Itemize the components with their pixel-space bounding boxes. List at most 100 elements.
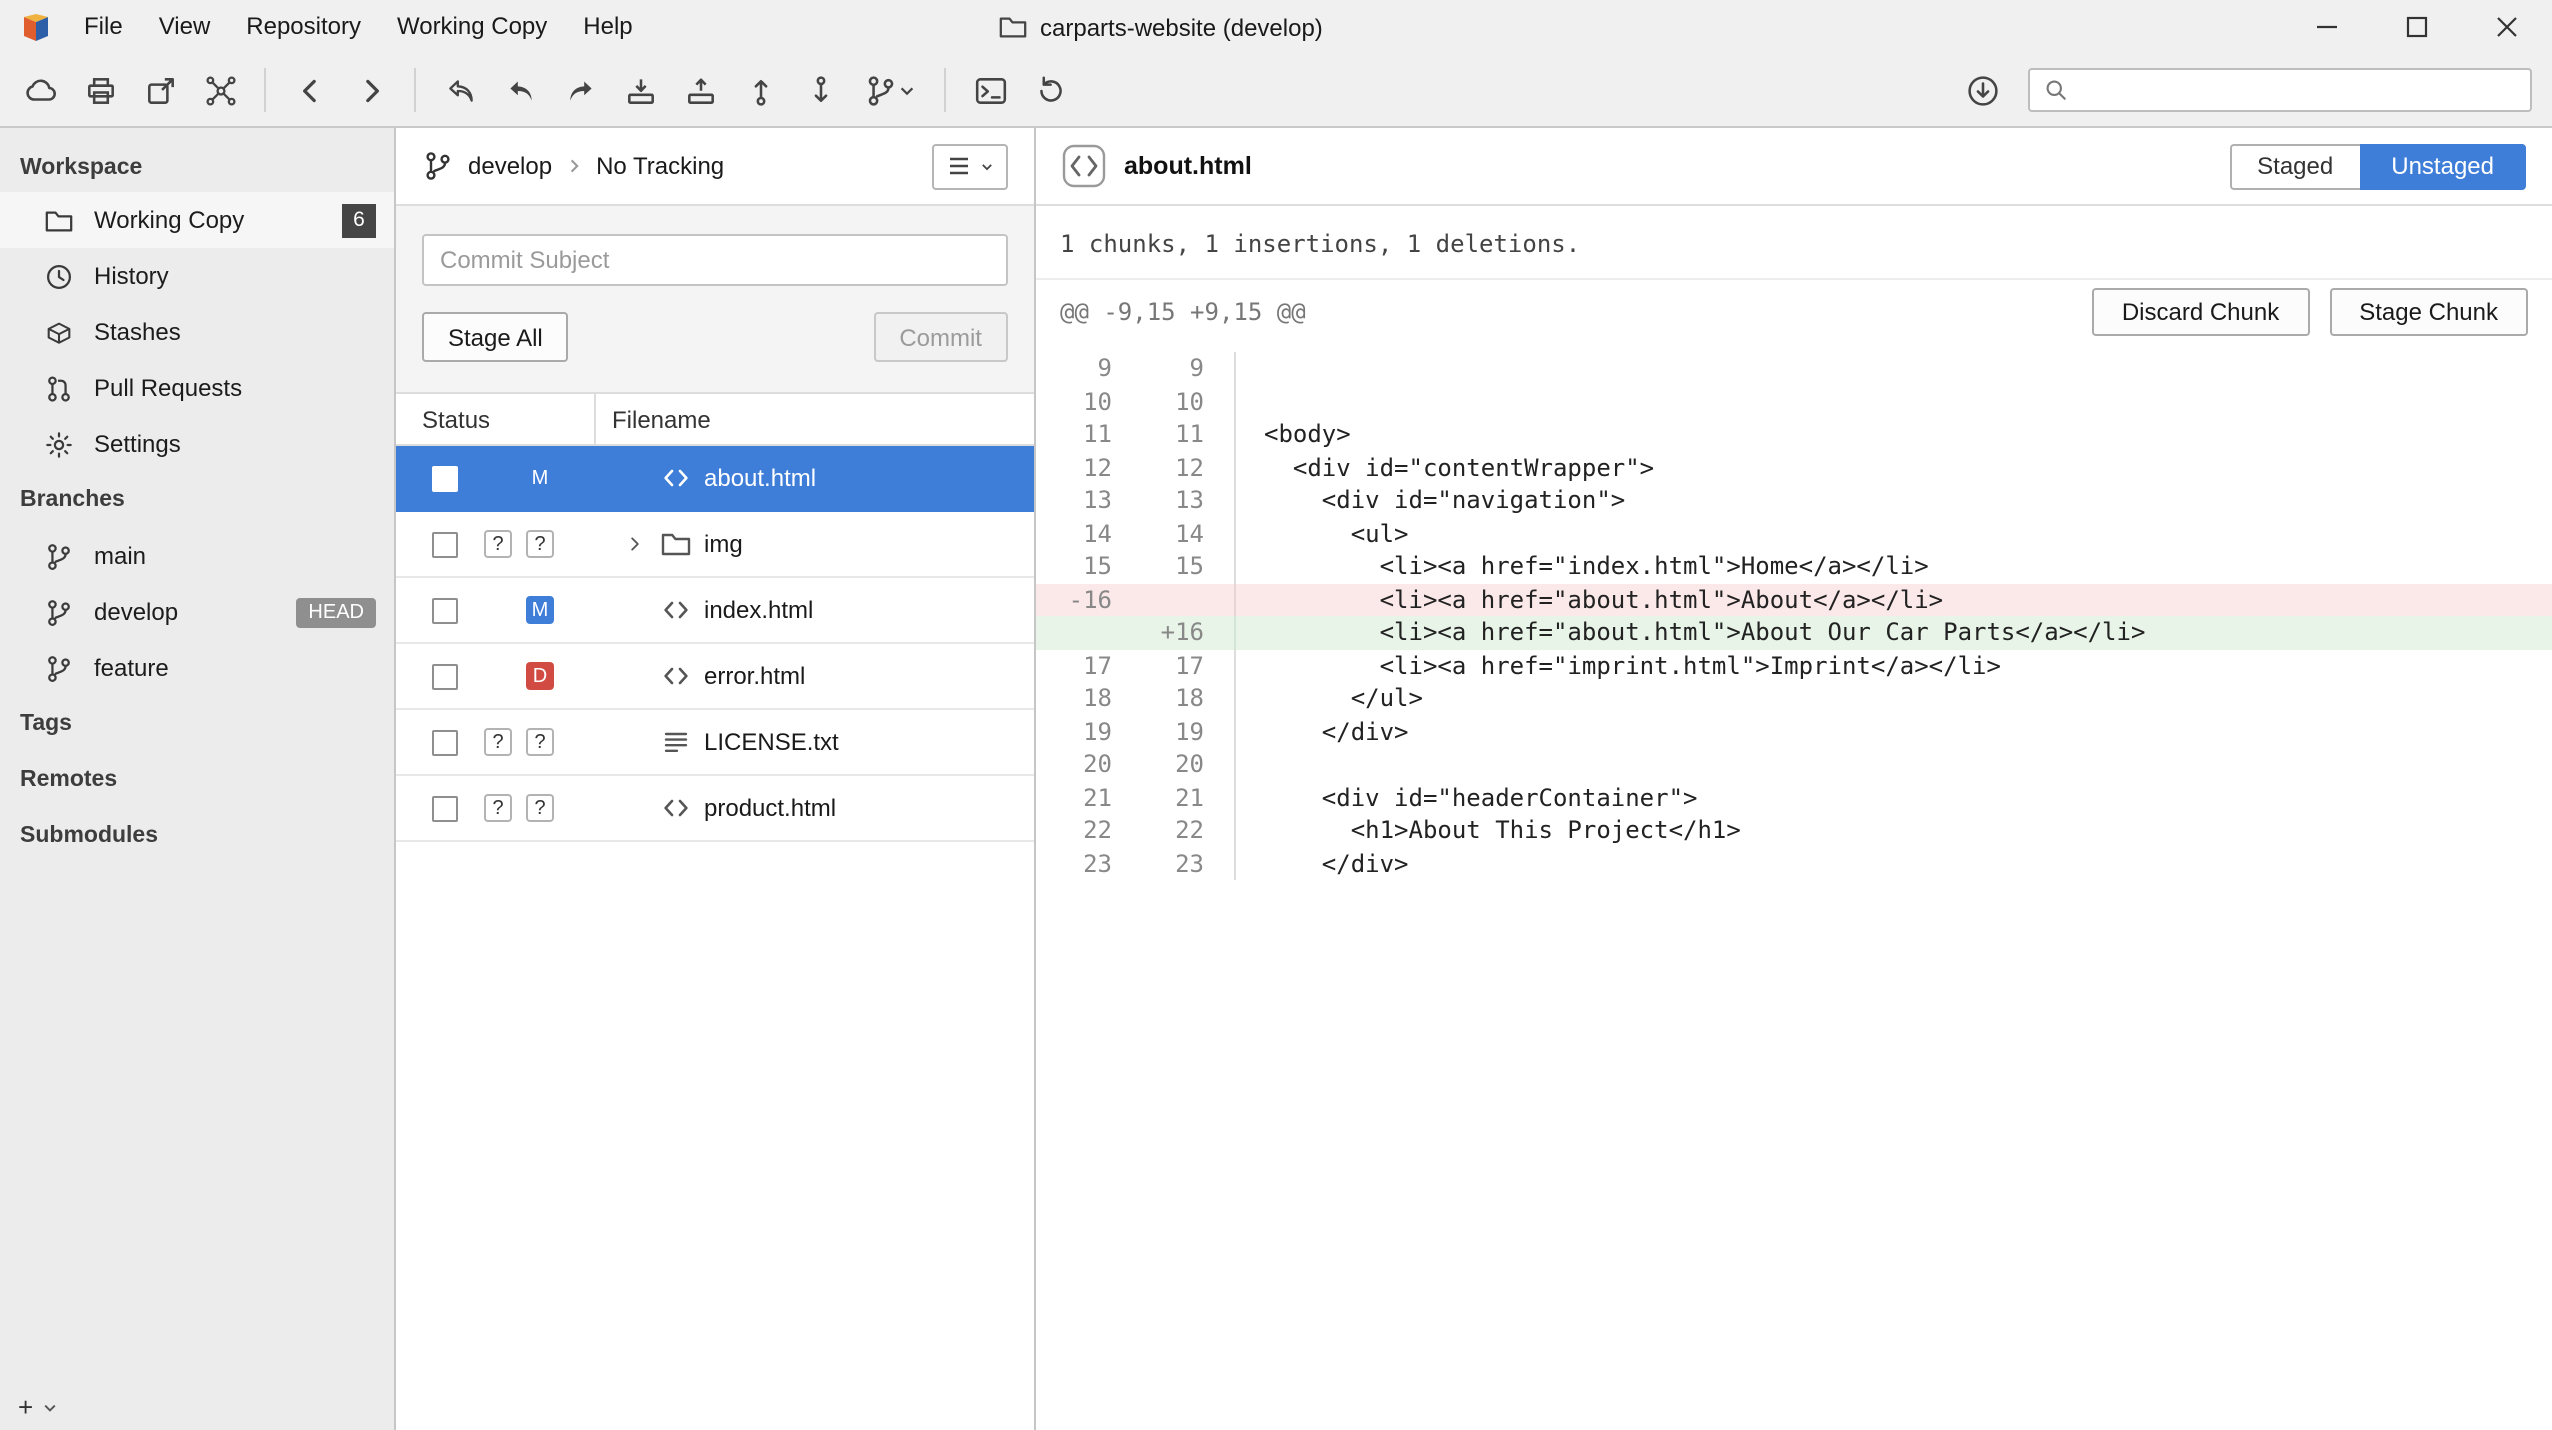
push-branch-button[interactable]: [730, 62, 790, 118]
discard-chunk-button[interactable]: Discard Chunk: [2092, 288, 2309, 336]
text-file-icon: [660, 726, 692, 758]
arrow-down-icon: [803, 73, 837, 107]
submodules-section-header: Submodules: [0, 808, 394, 864]
folder-icon: [998, 12, 1028, 42]
stage-checkbox[interactable]: [432, 531, 458, 557]
chevron-down-icon: [41, 1399, 57, 1415]
fetch-button[interactable]: [430, 62, 490, 118]
folder-icon: [44, 205, 74, 235]
search-input[interactable]: [2080, 74, 2518, 106]
file-name: product.html: [704, 794, 836, 822]
diff-panel: about.html Staged Unstaged 1 chunks, 1 i…: [1036, 128, 2552, 1430]
window-title-text: carparts-website (develop): [1040, 13, 1323, 41]
terminal-icon: [973, 73, 1007, 107]
stage-all-button[interactable]: Stage All: [422, 312, 569, 362]
close-button[interactable]: [2462, 0, 2552, 54]
chevron-left-icon: [293, 73, 327, 107]
forward-button[interactable]: [340, 62, 400, 118]
gear-icon: [44, 429, 74, 459]
commit-subject-input[interactable]: [422, 234, 1008, 286]
open-external-button[interactable]: [130, 62, 190, 118]
status-badge-untracked: ?: [484, 530, 512, 558]
menu-help[interactable]: Help: [565, 0, 650, 54]
diff-line: 1919 </div>: [1036, 715, 2552, 748]
push-button[interactable]: [550, 62, 610, 118]
maximize-button[interactable]: [2372, 0, 2462, 54]
stage-chunk-button[interactable]: Stage Chunk: [2329, 288, 2528, 336]
menu-working-copy[interactable]: Working Copy: [379, 0, 565, 54]
curved-arrow-outline-icon: [443, 73, 477, 107]
commit-options-menu-button[interactable]: [932, 143, 1008, 189]
git-flow-button[interactable]: [190, 62, 250, 118]
menu-view[interactable]: View: [141, 0, 229, 54]
pop-stash-button[interactable]: [670, 62, 730, 118]
diff-line-added: +16 <li><a href="about.html">About Our C…: [1036, 616, 2552, 649]
file-row-error[interactable]: D error.html: [396, 644, 1034, 710]
stash-box-icon: [44, 317, 74, 347]
terminal-button[interactable]: [960, 62, 1020, 118]
stage-checkbox[interactable]: [432, 597, 458, 623]
sidebar-item-label: Stashes: [94, 318, 181, 346]
branch-menu-button[interactable]: [850, 62, 930, 118]
stage-checkbox[interactable]: [432, 795, 458, 821]
menu-file[interactable]: File: [66, 0, 141, 54]
minimize-button[interactable]: [2282, 0, 2372, 54]
code-file-badge-icon: [1062, 144, 1106, 188]
sidebar: Workspace Working Copy 6 History Stashes: [0, 128, 396, 1430]
curved-arrow-right-icon: [563, 73, 597, 107]
file-row-about[interactable]: M about.html: [396, 446, 1034, 512]
branch-icon: [44, 653, 74, 683]
pull-branch-button[interactable]: [790, 62, 850, 118]
diff-line: 2323 </div>: [1036, 847, 2552, 880]
diff-body: 99 1010 1111<body> 1212 <div id="content…: [1036, 344, 2552, 880]
print-button[interactable]: [70, 62, 130, 118]
chevron-right-icon: [566, 158, 582, 174]
fetch-remote-button[interactable]: [10, 62, 70, 118]
sidebar-item-stashes[interactable]: Stashes: [0, 304, 394, 360]
staged-tab[interactable]: Staged: [2229, 143, 2359, 189]
unstaged-tab[interactable]: Unstaged: [2359, 143, 2526, 189]
workspace-section-header: Workspace: [0, 144, 394, 192]
printer-icon: [83, 73, 117, 107]
refresh-button[interactable]: [1020, 62, 1080, 118]
file-row-img[interactable]: ? ? img: [396, 512, 1034, 578]
file-name: about.html: [704, 464, 816, 492]
stage-checkbox[interactable]: [432, 663, 458, 689]
sidebar-item-pull-requests[interactable]: Pull Requests: [0, 360, 394, 416]
stash-button[interactable]: [610, 62, 670, 118]
menu-repository[interactable]: Repository: [228, 0, 379, 54]
toolbar-separator: [944, 68, 946, 112]
expand-chevron-icon[interactable]: [626, 534, 644, 554]
file-row-index[interactable]: M index.html: [396, 578, 1034, 644]
sidebar-branch-feature[interactable]: feature: [0, 640, 394, 696]
filename-column-header: Filename: [596, 394, 711, 444]
pull-button[interactable]: [490, 62, 550, 118]
status-badge-modified: M: [526, 464, 554, 492]
diff-summary: 1 chunks, 1 insertions, 1 deletions.: [1036, 206, 2552, 280]
toolbar-separator: [414, 68, 416, 112]
stage-checkbox[interactable]: [432, 729, 458, 755]
arrow-up-icon: [743, 73, 777, 107]
status-badge-untracked: ?: [484, 794, 512, 822]
file-name: img: [704, 530, 743, 558]
sidebar-branch-develop[interactable]: develop HEAD: [0, 584, 394, 640]
chunk-header-row: @@ -9,15 +9,15 @@ Discard Chunk Stage Ch…: [1036, 280, 2552, 344]
sidebar-item-settings[interactable]: Settings: [0, 416, 394, 472]
fetch-status-button[interactable]: [1952, 62, 2012, 118]
sidebar-item-label: Working Copy: [94, 206, 244, 234]
app-logo-icon: [20, 11, 52, 43]
add-repository-button[interactable]: +: [18, 1392, 57, 1422]
sidebar-branch-main[interactable]: main: [0, 528, 394, 584]
file-row-product[interactable]: ? ? product.html: [396, 776, 1034, 842]
change-count-badge: 6: [342, 203, 376, 237]
search-icon: [2042, 76, 2070, 104]
commit-button[interactable]: Commit: [873, 312, 1008, 362]
sidebar-item-working-copy[interactable]: Working Copy 6: [0, 192, 394, 248]
tags-section-header: Tags: [0, 696, 394, 752]
curved-arrow-left-icon: [503, 73, 537, 107]
current-branch-name: develop: [468, 152, 552, 180]
stage-checkbox[interactable]: [432, 465, 458, 491]
sidebar-item-history[interactable]: History: [0, 248, 394, 304]
back-button[interactable]: [280, 62, 340, 118]
file-row-license[interactable]: ? ? LICENSE.txt: [396, 710, 1034, 776]
